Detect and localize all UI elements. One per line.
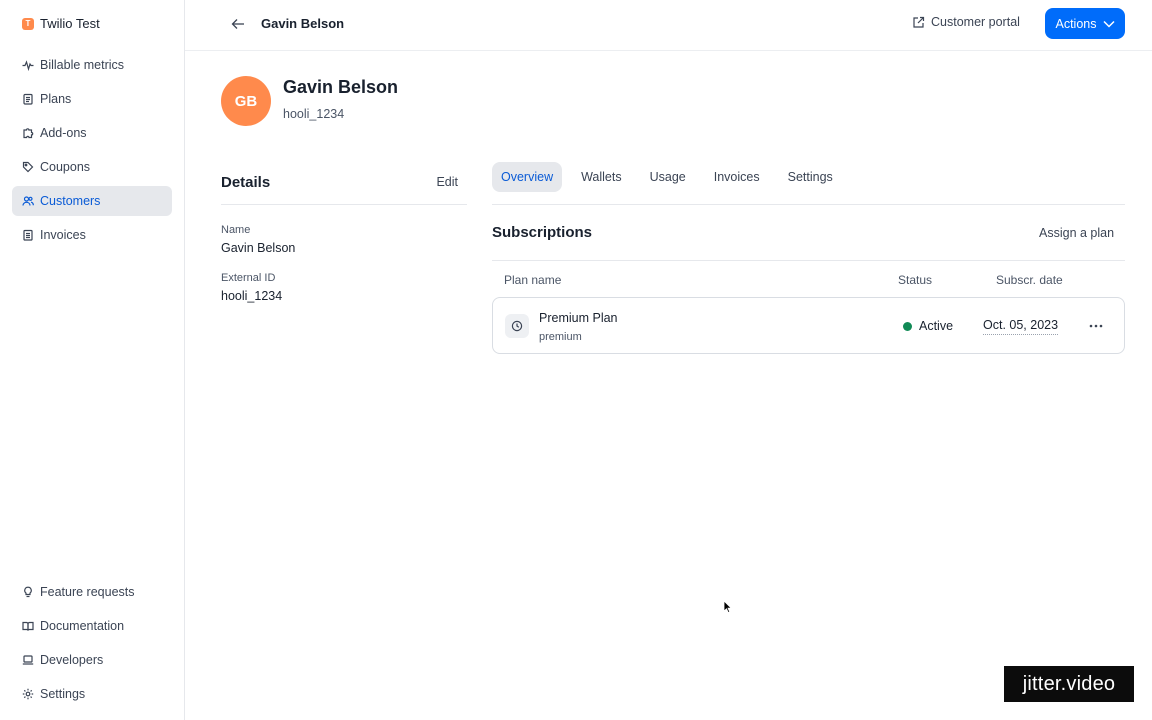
watermark: jitter.video	[1004, 666, 1134, 702]
customer-tabs: Overview Wallets Usage Invoices Settings	[492, 162, 1125, 205]
details-header: Details Edit	[221, 160, 467, 205]
puzzle-icon	[22, 127, 34, 139]
back-button[interactable]	[227, 13, 249, 35]
tab-settings[interactable]: Settings	[779, 162, 842, 192]
plan-code: premium	[539, 331, 582, 343]
sidebar-item-label: Add-ons	[40, 126, 87, 140]
column-status: Status	[898, 273, 933, 287]
org-name: Twilio Test	[40, 16, 100, 31]
customer-portal-button[interactable]: Customer portal	[912, 15, 1020, 29]
name-value: Gavin Belson	[221, 241, 296, 255]
sidebar-nav-footer: Feature requests Documentation Developer…	[12, 577, 172, 713]
column-subscription-date: Subscr. date	[996, 273, 1063, 287]
sidebar-item-billable-metrics[interactable]: Billable metrics	[12, 50, 172, 80]
book-icon	[22, 620, 34, 632]
sidebar-item-label: Billable metrics	[40, 58, 125, 72]
sidebar-item-invoices[interactable]: Invoices	[12, 220, 172, 250]
sidebar-item-label: Plans	[40, 92, 72, 106]
tab-wallets[interactable]: Wallets	[572, 162, 631, 192]
mouse-cursor-icon	[723, 600, 733, 614]
external-id-value: hooli_1234	[221, 289, 283, 303]
edit-details-button[interactable]: Edit	[436, 175, 458, 189]
clipboard-icon	[22, 93, 34, 105]
org-logo: T	[22, 17, 34, 30]
status-badge: Active	[903, 319, 953, 333]
ellipsis-icon	[1089, 324, 1103, 328]
tab-invoices[interactable]: Invoices	[705, 162, 769, 192]
sidebar-item-label: Coupons	[40, 160, 91, 174]
subscriptions-title: Subscriptions	[492, 224, 593, 241]
sidebar-item-plans[interactable]: Plans	[12, 84, 172, 114]
pulse-icon	[22, 59, 34, 71]
status-dot-icon	[903, 321, 912, 331]
tag-icon	[22, 161, 34, 173]
avatar: GB	[221, 76, 271, 126]
column-plan-name: Plan name	[504, 273, 562, 287]
name-label: Name	[221, 224, 251, 236]
sidebar-item-developers[interactable]: Developers	[12, 645, 172, 675]
subscription-date: Oct. 05, 2023	[983, 318, 1059, 335]
table-row[interactable]: Premium Plan premium Active Oct. 05, 202…	[492, 297, 1125, 354]
actions-button[interactable]: Actions	[1045, 8, 1125, 39]
sidebar-item-label: Customers	[40, 194, 101, 208]
assign-plan-button[interactable]: Assign a plan	[1039, 226, 1114, 240]
tab-overview[interactable]: Overview	[492, 162, 563, 192]
sidebar-item-label: Feature requests	[40, 585, 135, 599]
arrow-left-icon	[231, 19, 244, 29]
laptop-icon	[22, 654, 34, 666]
customer-portal-label: Customer portal	[931, 15, 1020, 29]
details-title: Details	[221, 173, 271, 191]
sidebar-item-label: Settings	[40, 687, 86, 701]
sidebar-item-settings[interactable]: Settings	[12, 679, 172, 709]
sidebar-item-customers[interactable]: Customers	[12, 186, 172, 216]
sidebar-item-documentation[interactable]: Documentation	[12, 611, 172, 641]
document-icon	[22, 229, 34, 241]
customer-name: Gavin Belson	[283, 77, 399, 97]
status-label: Active	[919, 319, 954, 333]
sidebar-item-feature-requests[interactable]: Feature requests	[12, 577, 172, 607]
users-icon	[22, 195, 34, 207]
subscriptions-table-header: Plan name Status Subscr. date	[492, 260, 1125, 297]
header-title: Gavin Belson	[261, 16, 345, 31]
external-id-label: External ID	[221, 272, 276, 284]
page-header: Gavin Belson Customer portal Actions	[185, 0, 1152, 51]
customer-external-id: hooli_1234	[283, 107, 345, 121]
details-panel: Details Edit Name Gavin Belson External …	[221, 160, 467, 303]
chevron-down-icon	[1102, 20, 1115, 28]
sidebar-item-label: Documentation	[40, 619, 125, 633]
sidebar-nav-main: Billable metrics Plans Add-ons Coupons C…	[12, 50, 172, 254]
tab-usage[interactable]: Usage	[641, 162, 695, 192]
sidebar: T Twilio Test Billable metrics Plans Add…	[0, 0, 185, 720]
actions-label: Actions	[1055, 16, 1097, 31]
plan-name: Premium Plan	[539, 311, 618, 325]
org-switcher[interactable]: T Twilio Test	[22, 16, 100, 31]
clock-icon	[505, 314, 529, 338]
sidebar-item-add-ons[interactable]: Add-ons	[12, 118, 172, 148]
external-link-icon	[913, 16, 925, 28]
sidebar-item-label: Invoices	[40, 228, 86, 242]
gear-icon	[22, 688, 34, 700]
lightbulb-icon	[22, 586, 34, 598]
sidebar-item-label: Developers	[40, 653, 104, 667]
more-options-button[interactable]	[1084, 315, 1108, 337]
sidebar-item-coupons[interactable]: Coupons	[12, 152, 172, 182]
